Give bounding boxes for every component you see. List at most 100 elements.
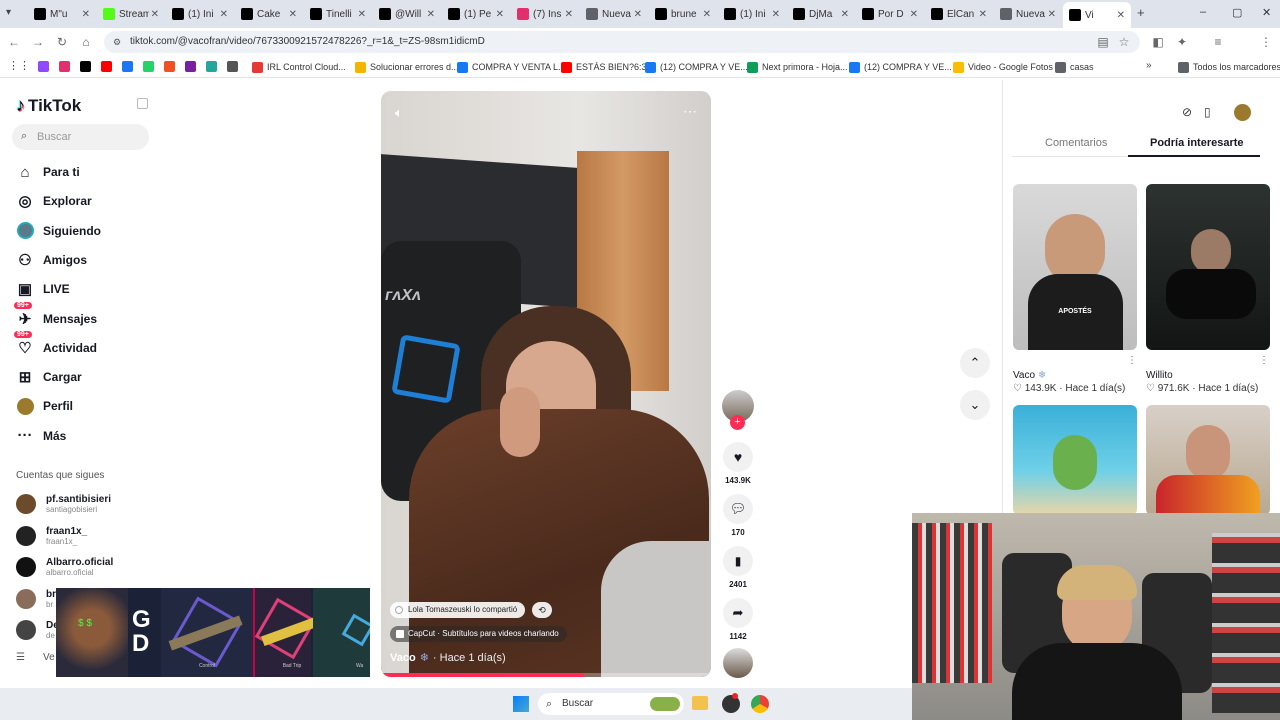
browser-tab[interactable]: Nueva ✕	[580, 4, 648, 24]
close-icon[interactable]: ✕	[82, 9, 90, 20]
bookmark-item[interactable]: Solucionar errores d...	[355, 60, 459, 74]
close-icon[interactable]: ✕	[703, 9, 711, 20]
bookmark-item[interactable]: ESTÁS BIEN?6:33	[561, 60, 652, 74]
suggestion-thumbnail-2[interactable]	[1146, 184, 1270, 350]
volume-icon[interactable]: 🔈︎	[395, 105, 403, 121]
following-account[interactable]: Albarro.oficial albarro.oficial	[16, 557, 113, 577]
close-icon[interactable]: ✕	[1048, 9, 1056, 20]
minimize-icon[interactable]: –	[1200, 6, 1206, 18]
bookmark-item[interactable]: (12) COMPRA Y VE...	[645, 60, 748, 74]
collapse-sidebar-icon[interactable]	[137, 98, 148, 109]
tab-list-icon[interactable]: ▾	[6, 7, 11, 18]
nav-item-amigos[interactable]: ⚇ Amigos	[16, 250, 87, 270]
close-icon[interactable]: ✕	[979, 9, 987, 20]
comment-icon[interactable]: 💬︎	[723, 494, 753, 524]
close-icon[interactable]: ✕	[220, 9, 228, 20]
like-icon[interactable]: ♥	[723, 442, 753, 472]
phone-icon[interactable]: ▯	[1204, 105, 1211, 119]
see-more-link[interactable]: ☰ Ve	[16, 652, 55, 663]
shared-by-pill[interactable]: Lola Tomaszeuski lo compartió	[390, 602, 526, 618]
following-account[interactable]: De de	[16, 620, 59, 640]
bookmark-item[interactable]: IRL Control Cloud...	[252, 60, 346, 74]
browser-tab[interactable]: Nueva ✕	[994, 4, 1062, 24]
close-icon[interactable]: ✕	[565, 9, 573, 20]
file-explorer-icon[interactable]	[692, 696, 708, 710]
bookmark-favicon-icon[interactable]	[164, 61, 175, 72]
browser-tab[interactable]: M"u ✕	[28, 4, 96, 24]
more-bookmarks-icon[interactable]: »	[1146, 60, 1152, 71]
close-window-icon[interactable]: ✕	[1262, 6, 1271, 19]
close-icon[interactable]: ✕	[496, 9, 504, 20]
tab-search-icon[interactable]: ≡	[1210, 34, 1226, 50]
video-author[interactable]: Vaco	[390, 652, 416, 664]
share-icon[interactable]: ➦	[723, 598, 753, 628]
bookmark-favicon-icon[interactable]	[59, 61, 70, 72]
suggestion-1-menu-icon[interactable]: ⋮	[1127, 355, 1137, 366]
reload-icon[interactable]: ↻	[54, 34, 70, 50]
home-icon[interactable]: ⌂	[78, 34, 94, 50]
bookmark-item[interactable]: Video - Google Fotos	[953, 60, 1053, 74]
compass-small-icon[interactable]: ⊘	[1182, 105, 1192, 119]
bookmark-icon[interactable]: ▮	[723, 546, 753, 576]
user-avatar[interactable]	[1234, 104, 1251, 121]
browser-tab[interactable]: (1) Pe ✕	[442, 4, 510, 24]
nav-item-cargar[interactable]: ⊞ Cargar	[16, 367, 82, 387]
browser-tab[interactable]: (7) Ins ✕	[511, 4, 579, 24]
puzzle-icon[interactable]: ✦	[1174, 34, 1190, 50]
suggestion-1-name[interactable]: Vaco ❄	[1013, 370, 1046, 381]
bookmark-favicon-icon[interactable]	[227, 61, 238, 72]
bookmark-favicon-icon[interactable]	[38, 61, 49, 72]
tiktok-logo[interactable]: ♪ TikTok	[16, 95, 81, 116]
close-icon[interactable]: ✕	[1117, 10, 1125, 21]
nav-item-perfil[interactable]: Perfil	[16, 396, 73, 416]
nav-item-más[interactable]: ··· Más	[16, 426, 67, 446]
close-icon[interactable]: ✕	[427, 9, 435, 20]
close-icon[interactable]: ✕	[358, 9, 366, 20]
translate-icon[interactable]: ▤	[1095, 34, 1111, 50]
following-account[interactable]: pf.santibisieri santiagobisieri	[16, 494, 111, 514]
tab-comentarios[interactable]: Comentarios	[1045, 137, 1107, 149]
browser-tab[interactable]: Cake ✕	[235, 4, 303, 24]
following-account[interactable]: br br	[16, 588, 56, 609]
close-icon[interactable]: ✕	[151, 9, 159, 20]
browser-tab[interactable]: brune ✕	[649, 4, 717, 24]
taskbar-search[interactable]: ⌕ Buscar	[538, 693, 684, 715]
suggestion-thumbnail-1[interactable]: APOSTÉS	[1013, 184, 1137, 350]
bookmark-item[interactable]: Todos los marcadores	[1178, 60, 1280, 74]
apps-grid-icon[interactable]: ⋮⋮	[8, 59, 30, 72]
extension-icon[interactable]: ◧	[1150, 34, 1166, 50]
suggestion-thumbnail-3[interactable]	[1013, 405, 1137, 515]
close-icon[interactable]: ✕	[772, 9, 780, 20]
bookmark-item[interactable]: COMPRA Y VENTA L...	[457, 60, 566, 74]
nav-item-actividad[interactable]: ♡ 99+ Actividad	[14, 330, 97, 358]
browser-tab[interactable]: (1) Ini ✕	[718, 4, 786, 24]
browser-tab[interactable]: Tinelli ✕	[304, 4, 372, 24]
browser-tab[interactable]: @Will ✕	[373, 4, 441, 24]
bookmark-item[interactable]: casas	[1055, 60, 1094, 74]
forward-icon[interactable]: →	[30, 34, 46, 50]
tab-podria-interesarte[interactable]: Podría interesarte	[1150, 137, 1244, 149]
new-tab-icon[interactable]: +	[1137, 5, 1145, 20]
nav-item-live[interactable]: ▣ LIVE	[16, 279, 70, 299]
chrome-menu-icon[interactable]: ⋮	[1258, 34, 1274, 50]
bookmark-favicon-icon[interactable]	[206, 61, 217, 72]
chrome-icon[interactable]	[751, 695, 769, 713]
browser-tab[interactable]: Por D ✕	[856, 4, 924, 24]
bookmark-item[interactable]: (12) COMPRA Y VE...	[849, 60, 952, 74]
search-input[interactable]: ⌕ Buscar	[12, 124, 149, 150]
music-disc-avatar[interactable]	[723, 648, 753, 678]
back-icon[interactable]: ←	[6, 34, 22, 50]
windows-start-icon[interactable]	[513, 696, 529, 712]
browser-tab[interactable]: Vi ✕	[1063, 2, 1131, 28]
browser-tab[interactable]: (1) Ini ✕	[166, 4, 234, 24]
browser-tab[interactable]: DjMa ✕	[787, 4, 855, 24]
follow-plus-icon[interactable]: +	[730, 415, 745, 430]
close-icon[interactable]: ✕	[910, 9, 918, 20]
close-icon[interactable]: ✕	[841, 9, 849, 20]
bookmark-favicon-icon[interactable]	[122, 61, 133, 72]
following-account[interactable]: fraan1x_ fraan1x_	[16, 525, 87, 546]
maximize-icon[interactable]: ▢	[1232, 6, 1242, 19]
next-video-icon[interactable]: ⌄	[960, 390, 990, 420]
capcut-pill[interactable]: CapCut · Subtítulos para videos charland…	[390, 626, 567, 642]
nav-item-siguiendo[interactable]: Siguiendo	[16, 221, 101, 241]
